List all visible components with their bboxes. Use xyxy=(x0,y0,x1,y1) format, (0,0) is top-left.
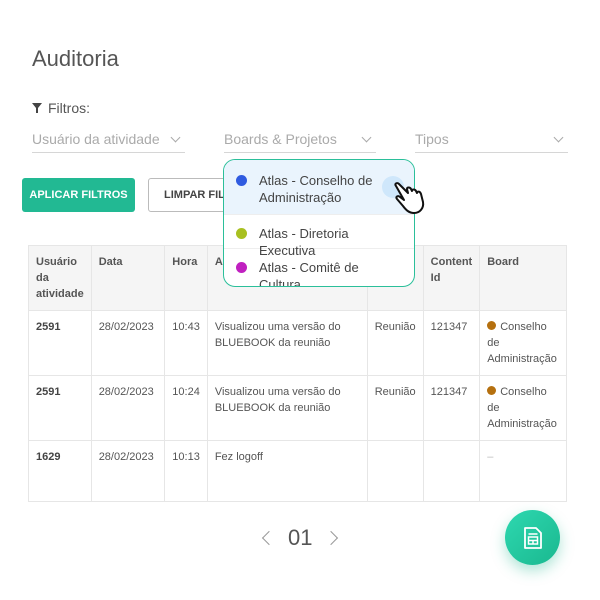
table-row[interactable]: 2591 28/02/2023 10:24 Visualizou uma ver… xyxy=(28,375,567,441)
types-filter-select[interactable]: Tipos xyxy=(415,130,568,153)
cell-content-id: 121347 xyxy=(422,310,481,376)
cell-content-id: 121347 xyxy=(422,375,481,441)
filters-text: Filtros: xyxy=(48,100,90,116)
cell-user: 1629 xyxy=(28,440,92,502)
export-spreadsheet-button[interactable] xyxy=(505,510,560,565)
table-row[interactable]: 1629 28/02/2023 10:13 Fez logoff – xyxy=(28,440,567,502)
option-color-dot xyxy=(236,262,247,273)
option-label: Atlas - Conselho de Administração xyxy=(259,173,373,205)
cell-date: 28/02/2023 xyxy=(90,375,166,441)
option-color-dot xyxy=(236,228,247,239)
board-name: Conselho de Administração xyxy=(487,321,557,365)
types-filter-label: Tipos xyxy=(415,131,449,147)
dropdown-option-diretoria[interactable]: Atlas - Diretoria Executiva xyxy=(224,214,414,258)
cell-time: 10:43 xyxy=(164,310,208,376)
boards-filter-select[interactable]: Boards & Projetos xyxy=(224,130,376,153)
cell-type xyxy=(366,440,424,502)
current-page: 01 xyxy=(288,525,313,550)
header-date[interactable]: Data xyxy=(90,245,166,311)
header-time[interactable]: Hora xyxy=(164,245,208,311)
cell-time: 10:24 xyxy=(164,375,208,441)
cell-date: 28/02/2023 xyxy=(90,310,166,376)
user-filter-select[interactable]: Usuário da atividade xyxy=(32,130,185,153)
cell-user: 2591 xyxy=(28,375,92,441)
page-title: Auditoria xyxy=(32,46,119,71)
option-color-dot xyxy=(236,175,247,186)
cell-action: Visualizou uma versão do BLUEBOOK da reu… xyxy=(206,310,368,376)
hand-pointer-icon xyxy=(394,182,425,214)
user-filter-label: Usuário da atividade xyxy=(32,131,160,147)
option-label: Atlas - Diretoria Executiva xyxy=(259,226,349,258)
header-user[interactable]: Usuário da atividade xyxy=(28,245,92,311)
cell-date: 28/02/2023 xyxy=(90,440,166,502)
boards-filter-label: Boards & Projetos xyxy=(224,131,337,147)
cell-board: – xyxy=(479,440,567,502)
cell-time: 10:13 xyxy=(164,440,208,502)
spreadsheet-icon xyxy=(523,526,542,549)
board-name: Conselho de Administração xyxy=(487,386,557,430)
chevron-right-icon[interactable] xyxy=(324,530,339,546)
cell-board: Conselho de Administração xyxy=(479,310,567,376)
chevron-left-icon[interactable] xyxy=(261,530,277,546)
chevron-down-icon xyxy=(170,132,181,142)
table-row[interactable]: 2591 28/02/2023 10:43 Visualizou uma ver… xyxy=(28,310,567,376)
cell-user: 2591 xyxy=(28,310,92,376)
chevron-down-icon xyxy=(553,132,564,142)
cell-board: Conselho de Administração xyxy=(479,375,567,441)
apply-filters-button[interactable]: APLICAR FILTROS xyxy=(22,178,135,212)
cell-type: Reunião xyxy=(366,375,424,441)
cell-content-id xyxy=(422,440,481,502)
filters-label: Filtros: xyxy=(32,100,90,116)
cell-action: Visualizou uma versão do BLUEBOOK da reu… xyxy=(206,375,368,441)
header-board[interactable]: Board xyxy=(479,245,567,311)
header-content-id[interactable]: Content Id xyxy=(422,245,481,311)
cell-type: Reunião xyxy=(366,310,424,376)
pagination: 01 xyxy=(261,525,339,551)
board-color-dot xyxy=(487,321,497,330)
board-color-dot xyxy=(487,386,497,395)
option-label: Atlas - Comitê de Cultura xyxy=(259,260,359,287)
chevron-down-icon xyxy=(361,132,372,142)
cell-action: Fez logoff xyxy=(206,440,368,502)
filter-icon xyxy=(32,103,42,113)
